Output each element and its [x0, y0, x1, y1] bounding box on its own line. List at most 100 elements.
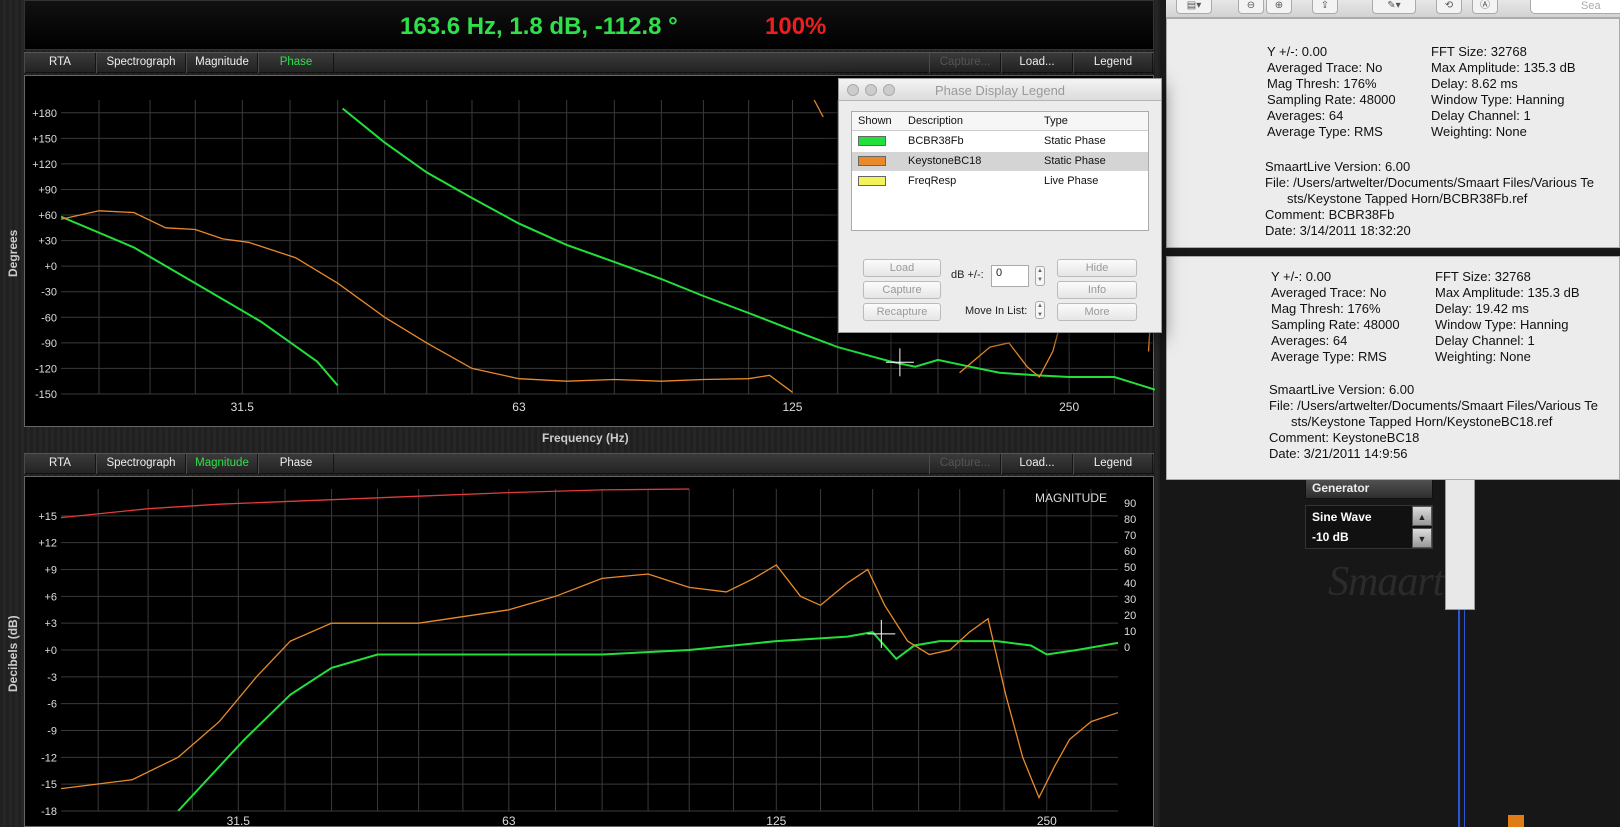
info-file-block: SmaartLive Version: 6.00 File: /Users/ar…	[1269, 382, 1598, 462]
info-item: Delay Channel: 1	[1435, 333, 1535, 348]
share-icon[interactable]: ⇪	[1312, 0, 1338, 14]
info-file-cont: sts/Keystone Tapped Horn/KeystoneBC18.re…	[1291, 414, 1553, 429]
divider-line	[1464, 610, 1465, 827]
move-in-list-label: Move In List:	[965, 305, 1028, 317]
trace-color-swatch[interactable]	[858, 136, 886, 146]
x-tick-label: 250	[1037, 814, 1057, 827]
load-button[interactable]: Load...	[1001, 53, 1073, 73]
legend-button[interactable]: Legend	[1073, 53, 1153, 73]
info-item: Y +/-: 0.00	[1267, 44, 1328, 59]
x-tick-label: 31.5	[227, 814, 251, 827]
load-button[interactable]: Load...	[1001, 454, 1073, 474]
col-description[interactable]: Description	[908, 115, 963, 127]
magnitude-tag: MAGNITUDE	[1035, 491, 1107, 505]
x-tick-label: 125	[766, 814, 786, 827]
tab-phase[interactable]: Phase	[258, 53, 334, 73]
y-tick-label: -120	[35, 363, 57, 375]
level-down-icon[interactable]: ▼	[1412, 528, 1432, 548]
info-item: Averaged Trace: No	[1267, 60, 1383, 75]
divider-line	[1458, 610, 1460, 827]
info-item: Averages: 64	[1267, 108, 1344, 123]
tab-rta[interactable]: RTA	[24, 53, 96, 73]
tab-magnitude[interactable]: Magnitude	[186, 53, 258, 73]
y-tick-label: +12	[38, 538, 57, 550]
info-right-list: FFT Size: 32768 Max Amplitude: 135.3 dB …	[1435, 269, 1580, 365]
legend-button[interactable]: Legend	[1073, 454, 1153, 474]
capture-button[interactable]: Capture...	[929, 53, 1001, 73]
generator-signal: Sine Wave	[1312, 510, 1372, 524]
readout-percent: 100%	[765, 13, 827, 40]
tab-spectrograph[interactable]: Spectrograph	[96, 454, 186, 474]
info-item: Max Amplitude: 135.3 dB	[1435, 285, 1580, 300]
db-stepper-icon[interactable]: ▲ ▼	[1035, 266, 1045, 286]
trace-info-panel-1: Y +/-: 0.00 Averaged Trace: No Mag Thres…	[1166, 18, 1620, 248]
info-version: SmaartLive Version: 6.00	[1269, 382, 1415, 397]
info-item: Averaged Trace: No	[1271, 285, 1387, 300]
tab-rta[interactable]: RTA	[24, 454, 96, 474]
annotate-icon[interactable]: Ⓐ	[1472, 0, 1498, 14]
trace-color-swatch[interactable]	[858, 176, 886, 186]
tab-phase[interactable]: Phase	[258, 454, 334, 474]
info-item: Window Type: Hanning	[1431, 92, 1565, 107]
rotate-icon[interactable]: ⟲	[1436, 0, 1462, 14]
y-right-tick-label: 60	[1124, 546, 1136, 558]
info-file: File: /Users/artwelter/Documents/Smaart …	[1269, 398, 1598, 413]
legend-capture-button[interactable]: Capture	[863, 281, 941, 299]
x-tick-label: 63	[512, 400, 526, 414]
move-stepper-icon[interactable]: ▲ ▼	[1035, 301, 1045, 319]
col-type[interactable]: Type	[1044, 115, 1068, 127]
markup-icon[interactable]: ✎▾	[1372, 0, 1416, 14]
zoom-in-icon[interactable]: ⊕	[1266, 0, 1292, 14]
magnitude-y-title: Decibels (dB)	[6, 615, 20, 692]
tab-magnitude[interactable]: Magnitude	[186, 454, 258, 474]
col-shown[interactable]: Shown	[858, 115, 892, 127]
y-tick-label: -9	[47, 726, 57, 738]
y-tick-label: -60	[41, 312, 57, 324]
trace-type: Live Phase	[1044, 175, 1099, 187]
x-tick-label: 125	[782, 400, 802, 414]
info-item: Mag Thresh: 176%	[1267, 76, 1377, 91]
info-item: Y +/-: 0.00	[1271, 269, 1332, 284]
dock-icon	[1508, 815, 1524, 827]
trace-description: FreqResp	[908, 175, 957, 187]
legend-hide-button[interactable]: Hide	[1057, 259, 1137, 277]
trace-color-swatch[interactable]	[858, 156, 886, 166]
info-item: Sampling Rate: 48000	[1267, 92, 1396, 107]
info-left-list: Y +/-: 0.00 Averaged Trace: No Mag Thres…	[1271, 269, 1400, 365]
magnitude-plot-svg: +15 +12 +9 +6 +3 +0 -3 -6 -9 -12 -15 -18 31.5 63 125 25…	[38, 488, 1136, 827]
side-scrollbar[interactable]	[1445, 470, 1475, 610]
legend-load-button[interactable]: Load	[863, 259, 941, 277]
cursor-readout: 163.6 Hz, 1.8 dB, -112.8 ° 100%	[24, 0, 1154, 50]
db-offset-label: dB +/-:	[951, 269, 984, 281]
y-tick-label: +30	[38, 236, 57, 248]
y-tick-label: -90	[41, 338, 57, 350]
search-input[interactable]: Sea	[1530, 0, 1620, 14]
legend-row[interactable]: FreqResp Live Phase	[852, 172, 1148, 191]
generator-header[interactable]: Generator	[1305, 477, 1433, 499]
info-item: Max Amplitude: 135.3 dB	[1431, 60, 1576, 75]
legend-row[interactable]: BCBR38Fb Static Phase	[852, 132, 1148, 151]
sidebar-icon[interactable]: ▤▾	[1176, 0, 1212, 14]
info-comment: Comment: KeystoneBC18	[1269, 430, 1420, 445]
info-item: Window Type: Hanning	[1435, 317, 1569, 332]
magnitude-plot[interactable]: +15 +12 +9 +6 +3 +0 -3 -6 -9 -12 -15 -18 31.5 63 125 25…	[24, 476, 1154, 827]
legend-more-button[interactable]: More	[1057, 303, 1137, 321]
y-right-tick-label: 80	[1124, 514, 1136, 526]
info-file-block: SmaartLive Version: 6.00 File: /Users/ar…	[1265, 159, 1594, 239]
info-date: Date: 3/14/2011 18:32:20	[1265, 223, 1411, 238]
legend-info-button[interactable]: Info	[1057, 281, 1137, 299]
info-item: Delay Channel: 1	[1431, 108, 1531, 123]
legend-row[interactable]: KeystoneBC18 Static Phase	[852, 152, 1148, 171]
level-up-icon[interactable]: ▲	[1412, 506, 1432, 526]
db-offset-input[interactable]: 0	[991, 265, 1029, 287]
phase-y-title: Degrees	[6, 229, 20, 277]
info-left-list: Y +/-: 0.00 Averaged Trace: No Mag Thres…	[1267, 44, 1396, 140]
y-tick-label: -150	[35, 389, 57, 401]
y-tick-label: +90	[38, 184, 57, 196]
capture-button[interactable]: Capture...	[929, 454, 1001, 474]
zoom-out-icon[interactable]: ⊖	[1238, 0, 1264, 14]
legend-titlebar[interactable]: Phase Display Legend	[839, 79, 1161, 101]
legend-recapture-button[interactable]: Recapture	[863, 303, 941, 321]
tab-spectrograph[interactable]: Spectrograph	[96, 53, 186, 73]
info-item: Sampling Rate: 48000	[1271, 317, 1400, 332]
